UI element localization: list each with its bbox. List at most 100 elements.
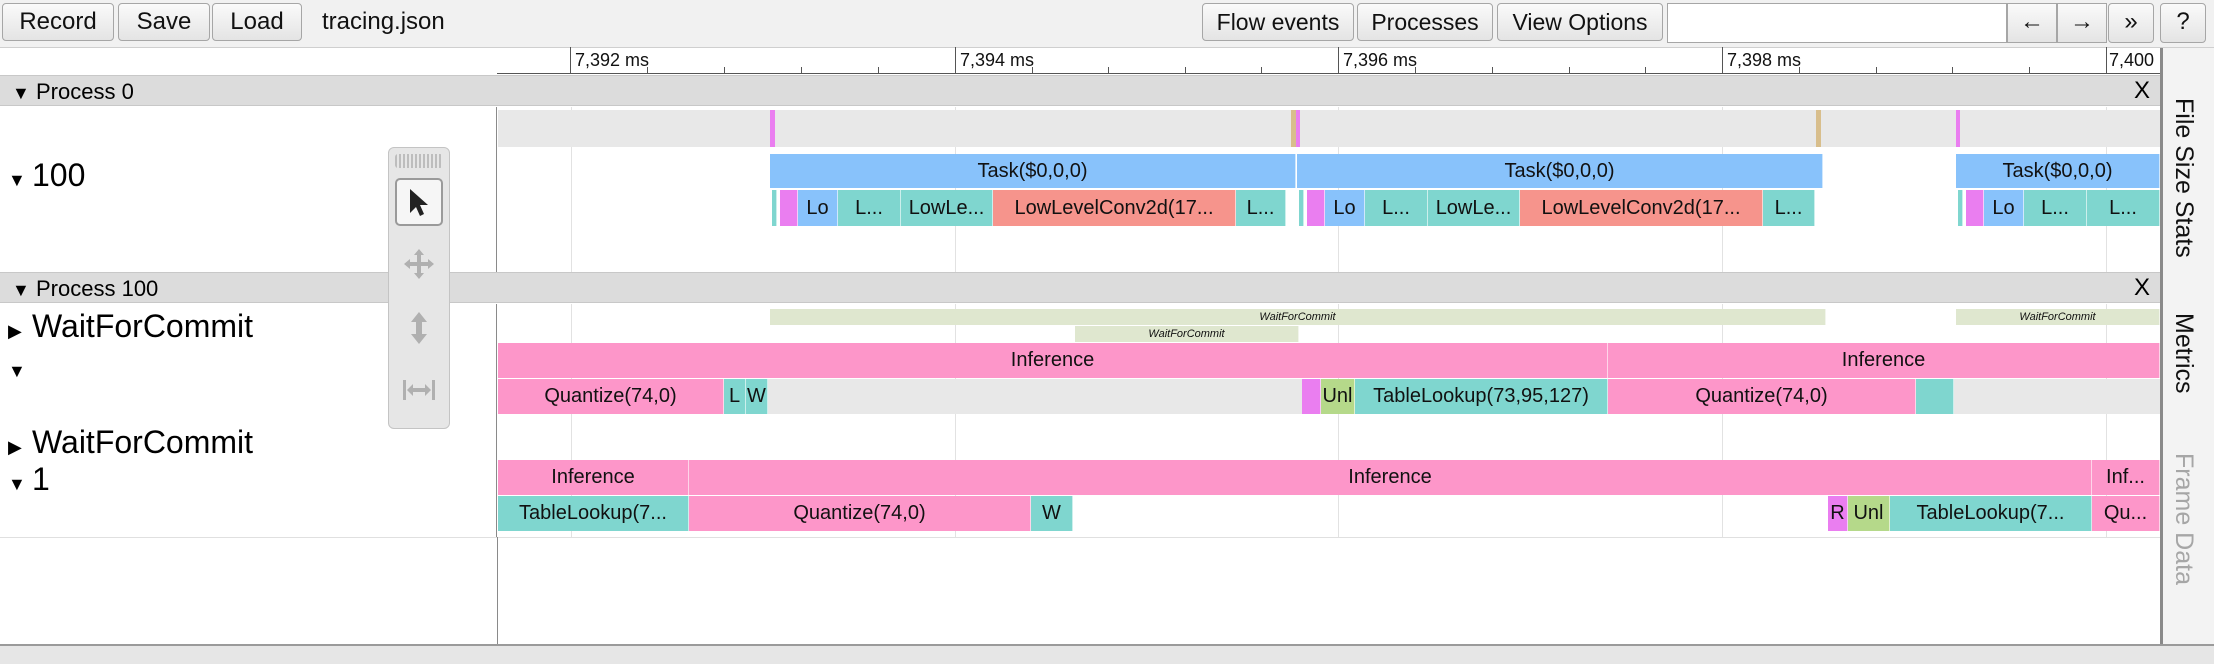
frame-data-tab[interactable]: Frame Data — [2169, 453, 2198, 585]
quantize-slice[interactable]: Quantize(74,0) — [498, 379, 724, 414]
gridline — [1722, 304, 1723, 537]
bottom-drag-bar[interactable] — [0, 644, 2214, 664]
close-process-button[interactable]: X — [2134, 77, 2150, 105]
search-input[interactable] — [1667, 3, 2007, 43]
waitforcommit-slice[interactable]: WaitForCommit — [1956, 309, 2160, 325]
empty-timeline-area — [0, 537, 2160, 644]
inference-slice[interactable]: Inference — [498, 460, 689, 495]
lo-slice[interactable]: Lo — [1984, 190, 2024, 226]
l-slice[interactable]: L... — [838, 190, 901, 226]
collapse-triangle-icon[interactable]: ▼ — [12, 83, 36, 104]
lo-slice[interactable]: Lo — [798, 190, 838, 226]
collapse-triangle-icon[interactable]: ▼ — [8, 170, 32, 191]
file-size-stats-tab[interactable]: File Size Stats — [2169, 98, 2198, 258]
l-slice[interactable]: L... — [1365, 190, 1428, 226]
inference-slice[interactable]: Inference — [689, 460, 2092, 495]
inference-slice[interactable]: Inference — [498, 343, 1608, 378]
waitforcommit-track-label[interactable]: ▶ WaitForCommit — [8, 424, 253, 461]
sub-slice[interactable] — [1307, 190, 1325, 226]
collapse-triangle-icon[interactable]: ▼ — [12, 280, 36, 301]
lowlevelconv2d-slice[interactable]: LowLevelConv2d(17... — [993, 190, 1236, 226]
unl-slice[interactable]: Unl — [1848, 496, 1890, 531]
lowle-slice[interactable]: LowLe... — [901, 190, 993, 226]
thread-100-label[interactable]: ▼ 100 — [8, 157, 85, 194]
lowle-slice[interactable]: LowLe... — [1428, 190, 1520, 226]
pan-arrows-icon — [404, 249, 434, 279]
sub-slice[interactable] — [1302, 379, 1321, 414]
instant-marker[interactable] — [1816, 110, 1821, 147]
thread-1-track-label[interactable]: ▼ 1 — [8, 461, 50, 498]
r-slice[interactable]: R — [1828, 496, 1848, 531]
instant-marker[interactable] — [770, 110, 775, 147]
expand-panel-button[interactable]: » — [2108, 3, 2154, 43]
ruler-minor-tick — [1569, 67, 1570, 73]
task-slice[interactable]: Task($0,0,0) — [1956, 154, 2160, 188]
l-slice[interactable]: L... — [1236, 190, 1286, 226]
save-button[interactable]: Save — [118, 3, 210, 41]
lo-slice[interactable]: Lo — [1325, 190, 1365, 226]
process-100-header[interactable]: ▼ Process 100 X — [0, 272, 2160, 303]
sub-slice[interactable] — [1958, 190, 1963, 226]
async-row-background — [498, 110, 2160, 147]
pan-tool-button[interactable] — [395, 240, 443, 288]
tablelookup-slice[interactable]: TableLookup(7... — [498, 496, 689, 531]
instant-marker[interactable] — [1296, 110, 1300, 147]
quantize-slice[interactable]: Quantize(74,0) — [689, 496, 1031, 531]
processes-button[interactable]: Processes — [1357, 3, 1493, 41]
l-slice[interactable]: L... — [1763, 190, 1815, 226]
process-100-title[interactable]: ▼ Process 100 — [12, 276, 158, 302]
sub-slice[interactable] — [1916, 379, 1954, 414]
process-0-track-area[interactable]: Task($0,0,0) Task($0,0,0) Task($0,0,0) L… — [498, 107, 2160, 275]
w-slice[interactable]: W — [746, 379, 768, 414]
inference-slice[interactable]: Inf... — [2092, 460, 2160, 495]
sub-slice[interactable] — [1966, 190, 1984, 226]
metrics-tab[interactable]: Metrics — [2169, 313, 2198, 394]
waitforcommit-slice[interactable]: WaitForCommit — [1075, 326, 1299, 342]
process-100-track-area[interactable]: WaitForCommit WaitForCommit WaitForCommi… — [498, 304, 2160, 537]
record-button[interactable]: Record — [2, 3, 114, 41]
collapse-triangle-icon[interactable]: ▼ — [8, 474, 32, 495]
collapse-triangle-icon[interactable]: ▼ — [8, 361, 32, 382]
quantize-slice[interactable]: Quantize(74,0) — [1608, 379, 1916, 414]
close-process-button[interactable]: X — [2134, 274, 2150, 302]
load-button[interactable]: Load — [212, 3, 302, 41]
expand-triangle-icon[interactable]: ▶ — [8, 321, 32, 342]
find-previous-button[interactable]: ← — [2007, 3, 2057, 43]
lowlevelconv2d-slice[interactable]: LowLevelConv2d(17... — [1520, 190, 1763, 226]
unl-slice[interactable]: Unl — [1321, 379, 1355, 414]
help-button[interactable]: ? — [2160, 3, 2206, 43]
waitforcommit-track-label[interactable]: ▶ WaitForCommit — [8, 308, 253, 345]
flow-events-button[interactable]: Flow events — [1202, 3, 1354, 41]
l-slice[interactable]: L — [724, 379, 746, 414]
waitforcommit-slice[interactable]: WaitForCommit — [770, 309, 1826, 325]
w-slice[interactable]: W — [1031, 496, 1073, 531]
l-slice[interactable]: L... — [2087, 190, 2160, 226]
ruler-tick-label: 7,394 ms — [960, 50, 1035, 70]
instant-marker[interactable] — [1956, 110, 1960, 147]
thread-track-label[interactable]: ▼ — [8, 348, 32, 385]
zoom-tool-button[interactable] — [395, 304, 443, 352]
expand-triangle-icon[interactable]: ▶ — [8, 437, 32, 458]
process-0-header[interactable]: ▼ Process 0 X — [0, 75, 2160, 106]
task-slice[interactable]: Task($0,0,0) — [1297, 154, 1823, 188]
view-options-button[interactable]: View Options — [1497, 3, 1663, 41]
tablelookup-slice[interactable]: TableLookup(7... — [1890, 496, 2092, 531]
time-ruler[interactable]: 7,392 ms 7,394 ms 7,396 ms 7,398 ms 7,40… — [497, 47, 2160, 74]
inference-slice[interactable]: Inference — [1608, 343, 2160, 378]
drag-handle[interactable] — [395, 154, 443, 168]
side-panel: File Size Stats Metrics Frame Data — [2160, 48, 2214, 644]
sub-slice[interactable] — [772, 190, 777, 226]
ruler-minor-tick — [2029, 67, 2030, 73]
task-slice[interactable]: Task($0,0,0) — [770, 154, 1296, 188]
timing-tool-button[interactable] — [395, 366, 443, 414]
find-next-button[interactable]: → — [2057, 3, 2107, 43]
quantize-slice[interactable]: Qu... — [2092, 496, 2160, 531]
sub-slice[interactable] — [780, 190, 798, 226]
selection-tool-button[interactable] — [395, 178, 443, 226]
sub-slice[interactable] — [1299, 190, 1304, 226]
ruler-minor-tick — [1952, 67, 1953, 73]
tablelookup-slice[interactable]: TableLookup(73,95,127) — [1355, 379, 1608, 414]
l-slice[interactable]: L... — [2024, 190, 2087, 226]
process-0-title[interactable]: ▼ Process 0 — [12, 79, 134, 105]
timing-range-icon — [403, 380, 435, 400]
